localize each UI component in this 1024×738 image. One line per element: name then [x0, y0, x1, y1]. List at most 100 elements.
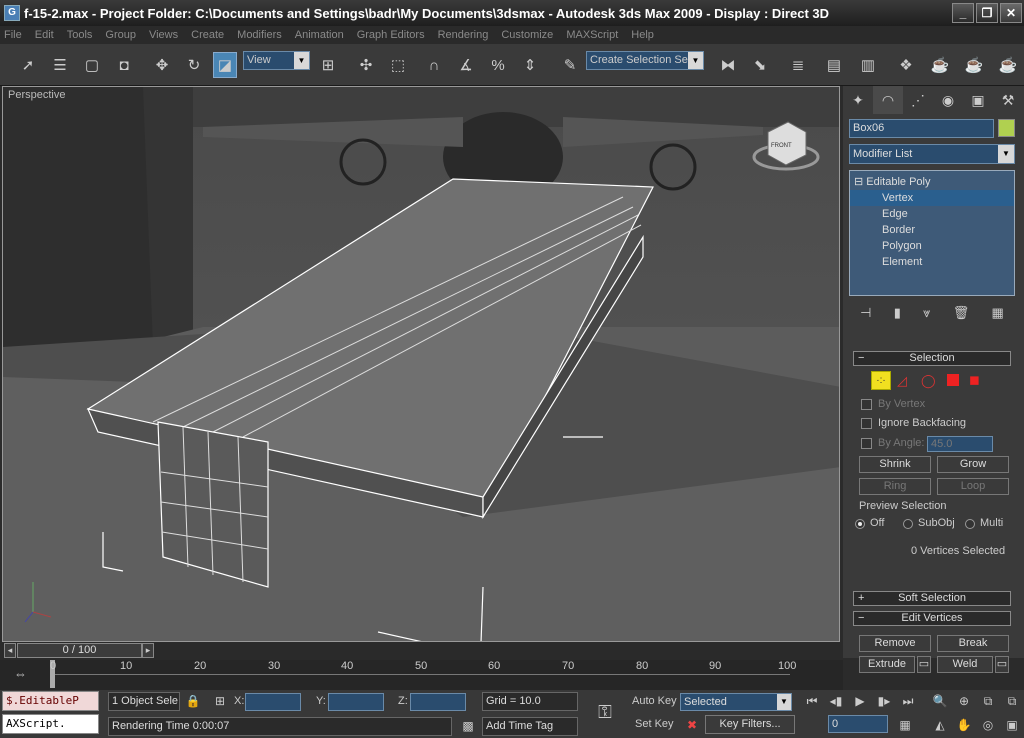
- hierarchy-tab-icon[interactable]: ⋰: [903, 86, 933, 114]
- schematic-view-icon[interactable]: ▥: [856, 52, 880, 78]
- next-key-icon[interactable]: ▮▸: [874, 691, 894, 711]
- window-crossing-icon[interactable]: ◘: [112, 52, 136, 78]
- z-coordinate-field[interactable]: [410, 693, 466, 711]
- pin-stack-icon[interactable]: ⊣: [860, 305, 871, 321]
- edge-mode-icon[interactable]: ◿: [897, 373, 907, 389]
- select-object-icon[interactable]: ➚: [16, 52, 40, 78]
- absolute-mode-icon[interactable]: ⊞: [210, 691, 230, 711]
- menu-help[interactable]: Help: [631, 29, 654, 41]
- element-mode-icon[interactable]: ◼: [969, 372, 980, 388]
- previous-key-icon[interactable]: ◂▮: [826, 691, 846, 711]
- reference-coordinate-dropdown[interactable]: View ▼: [243, 51, 310, 70]
- preview-multi-radio[interactable]: [965, 519, 975, 529]
- perspective-viewport[interactable]: Perspective FRONT: [2, 86, 840, 642]
- play-icon[interactable]: ▶: [850, 691, 870, 711]
- maxscript-listener-input[interactable]: AXScript.: [2, 714, 99, 734]
- create-tab-icon[interactable]: ✦: [843, 86, 873, 114]
- maxscript-listener-output[interactable]: $.EditableP: [2, 691, 99, 711]
- stack-item-edge[interactable]: Edge: [850, 206, 1014, 222]
- make-unique-icon[interactable]: ⩔: [923, 305, 930, 321]
- menu-customize[interactable]: Customize: [501, 29, 553, 41]
- render-setup-icon[interactable]: ☕: [928, 52, 952, 78]
- object-color-swatch[interactable]: [998, 119, 1015, 137]
- soft-selection-rollout-header[interactable]: + Soft Selection: [853, 591, 1011, 606]
- curve-editor-icon[interactable]: ▤: [822, 52, 846, 78]
- show-end-result-icon[interactable]: ▮: [894, 305, 901, 321]
- menu-maxscript[interactable]: MAXScript: [566, 29, 618, 41]
- configure-modifier-sets-icon[interactable]: ▦: [992, 305, 1004, 321]
- close-button[interactable]: ✕: [1000, 3, 1022, 23]
- key-mode-dropdown[interactable]: Selected ▼: [680, 693, 792, 711]
- object-name-field[interactable]: Box06: [849, 119, 994, 138]
- time-slider-thumb[interactable]: 0 / 100: [17, 643, 142, 658]
- shrink-button[interactable]: Shrink: [859, 456, 931, 473]
- key-icon[interactable]: ⚿: [590, 702, 620, 722]
- mirror-icon[interactable]: ⧓: [716, 52, 740, 78]
- weld-settings-icon[interactable]: ▭: [995, 656, 1009, 673]
- track-bar-icon[interactable]: ⇔: [14, 666, 27, 681]
- zoom-extents-icon[interactable]: ⧉: [978, 691, 998, 711]
- spinner-snap-icon[interactable]: ⇕: [518, 52, 542, 78]
- menu-create[interactable]: Create: [191, 29, 224, 41]
- lock-icon[interactable]: 🔒: [183, 691, 203, 711]
- menu-group[interactable]: Group: [105, 29, 136, 41]
- material-editor-icon[interactable]: ❖: [894, 52, 918, 78]
- select-by-name-icon[interactable]: ☰: [48, 52, 72, 78]
- viewcube-face-label[interactable]: FRONT: [771, 143, 792, 149]
- previous-frame-icon[interactable]: ◂: [4, 643, 16, 658]
- move-icon[interactable]: ✥: [150, 52, 174, 78]
- pivot-center-icon[interactable]: ⊞: [316, 52, 340, 78]
- layer-manager-icon[interactable]: ≣: [786, 52, 810, 78]
- stack-item-vertex[interactable]: Vertex: [850, 190, 1014, 206]
- remove-button[interactable]: Remove: [859, 635, 931, 652]
- keyboard-shortcut-icon[interactable]: ⬚: [386, 52, 410, 78]
- rendered-frame-icon[interactable]: ☕: [962, 52, 986, 78]
- angle-snap-icon[interactable]: ∡: [454, 52, 478, 78]
- loop-button[interactable]: Loop: [937, 478, 1009, 495]
- motion-tab-icon[interactable]: ◉: [933, 86, 963, 114]
- set-key-button[interactable]: Set Key: [635, 718, 674, 730]
- next-frame-icon[interactable]: ▸: [142, 643, 154, 658]
- weld-button[interactable]: Weld: [937, 656, 993, 673]
- maximize-viewport-icon[interactable]: ▣: [1002, 715, 1022, 735]
- border-mode-icon[interactable]: ◯: [921, 373, 936, 389]
- preview-off-radio[interactable]: [855, 519, 865, 529]
- time-tag-icon[interactable]: ▩: [458, 716, 478, 736]
- app-icon[interactable]: G: [4, 5, 20, 21]
- time-configuration-icon[interactable]: ▦: [895, 715, 915, 735]
- scale-icon[interactable]: ◪: [213, 52, 237, 78]
- display-tab-icon[interactable]: ▣: [963, 86, 993, 114]
- y-coordinate-field[interactable]: [328, 693, 384, 711]
- modify-tab-icon[interactable]: ◠: [873, 86, 903, 114]
- quick-render-icon[interactable]: ☕: [996, 52, 1020, 78]
- named-selection-dropdown[interactable]: Create Selection Set ▼: [586, 51, 704, 70]
- snap-3d-icon[interactable]: ∩: [422, 52, 446, 78]
- extrude-button[interactable]: Extrude: [859, 656, 915, 673]
- ignore-backfacing-checkbox[interactable]: [861, 418, 872, 429]
- remove-modifier-icon[interactable]: 🗑: [953, 305, 970, 321]
- stack-item-editable-poly[interactable]: ⊟ Editable Poly: [850, 174, 1014, 190]
- preview-subobj-radio[interactable]: [903, 519, 913, 529]
- key-filters-button[interactable]: Key Filters...: [705, 715, 795, 734]
- maximize-button[interactable]: ❐: [976, 3, 998, 23]
- modifier-list-dropdown[interactable]: Modifier List ▼: [849, 144, 1015, 164]
- add-time-tag[interactable]: Add Time Tag: [482, 717, 578, 736]
- select-manipulate-icon[interactable]: ✣: [354, 52, 378, 78]
- by-vertex-checkbox[interactable]: [861, 399, 872, 410]
- menu-graph-editors[interactable]: Graph Editors: [357, 29, 425, 41]
- stack-item-polygon[interactable]: Polygon: [850, 238, 1014, 254]
- menu-tools[interactable]: Tools: [67, 29, 93, 41]
- selection-rollout-header[interactable]: − Selection: [853, 351, 1011, 366]
- menu-file[interactable]: File: [4, 29, 22, 41]
- orbit-icon[interactable]: ◎: [978, 715, 998, 735]
- edit-vertices-rollout-header[interactable]: − Edit Vertices: [853, 611, 1011, 626]
- x-coordinate-field[interactable]: [245, 693, 301, 711]
- break-button[interactable]: Break: [937, 635, 1009, 652]
- viewport-label[interactable]: Perspective: [8, 89, 65, 101]
- utilities-tab-icon[interactable]: ⚒: [993, 86, 1023, 114]
- menu-animation[interactable]: Animation: [295, 29, 344, 41]
- time-slider[interactable]: ◂ 0 / 100 ▸: [2, 642, 840, 660]
- menu-modifiers[interactable]: Modifiers: [237, 29, 282, 41]
- goto-start-icon[interactable]: ⏮: [802, 691, 822, 711]
- zoom-extents-all-icon[interactable]: ⧉: [1002, 691, 1022, 711]
